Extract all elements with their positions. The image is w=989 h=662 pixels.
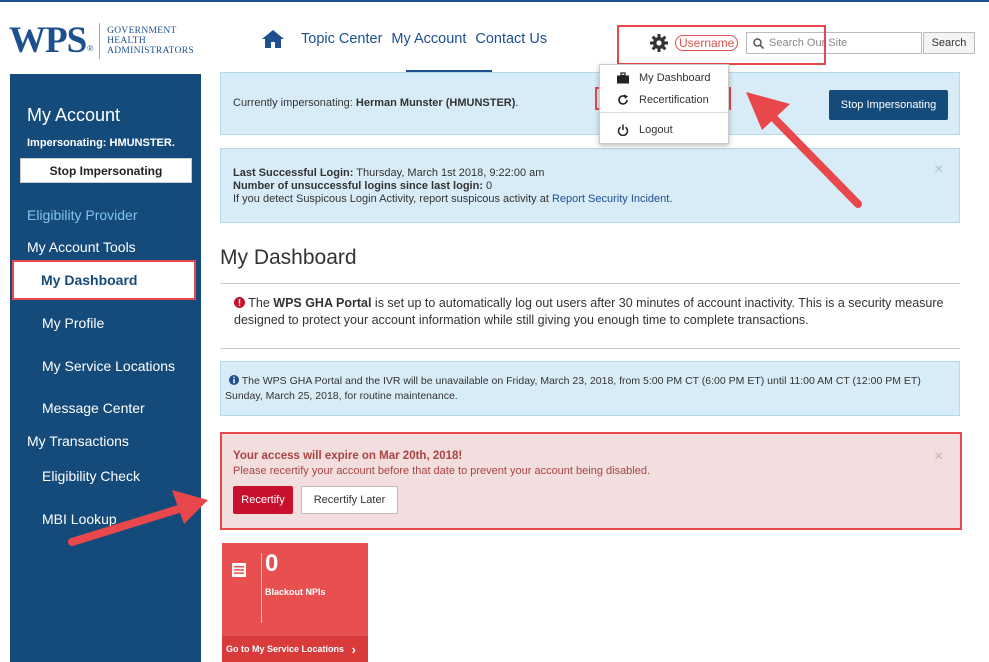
inactivity-notice: The WPS GHA Portal is set up to automati… (220, 295, 960, 329)
impersonation-text: Currently impersonating: Herman Munster … (233, 97, 518, 109)
nav-my-account[interactable]: My Account (391, 31, 466, 47)
maintenance-text: The WPS GHA Portal and the IVR will be u… (225, 375, 921, 402)
chevron-right-icon: › (351, 641, 356, 657)
recertify-button[interactable]: Recertify (233, 486, 293, 514)
sidebar-item-my-service-locations[interactable]: My Service Locations (42, 358, 175, 374)
wps-logo[interactable]: WPS ® GOVERNMENT HEALTH ADMINISTRATORS (9, 22, 194, 59)
annotation-box-username (617, 25, 826, 65)
sidebar-item-mbi-lookup[interactable]: MBI Lookup (42, 511, 117, 527)
sidebar-item-eligibility-check[interactable]: Eligibility Check (42, 468, 140, 484)
logo-subtitle: GOVERNMENT HEALTH ADMINISTRATORS (107, 26, 194, 56)
sidebar-heading-account-tools[interactable]: My Account Tools (27, 239, 136, 255)
tile-label: Blackout NPIs (265, 587, 326, 597)
page-title: My Dashboard (220, 246, 357, 269)
logo-line-2: HEALTH (107, 35, 147, 46)
top-border (0, 0, 989, 2)
logo-line-3: ADMINISTRATORS (107, 45, 194, 56)
notice-portal-name: WPS GHA Portal (273, 296, 372, 310)
nav-topic-center[interactable]: Topic Center (301, 31, 382, 47)
logo-wordmark: WPS (9, 20, 87, 61)
sidebar-item-my-profile[interactable]: My Profile (42, 315, 104, 331)
power-icon (617, 124, 629, 136)
sidebar-eligibility-provider[interactable]: Eligibility Provider (27, 207, 137, 223)
nav-contact-us[interactable]: Contact Us (475, 31, 547, 47)
search-button[interactable]: Search (923, 32, 975, 54)
sidebar-title: My Account (27, 105, 121, 125)
expiry-title: Your access will expire on Mar 20th, 201… (233, 450, 463, 462)
blackout-npis-tile[interactable]: 0 Blackout NPIs Go to My Service Locatio… (222, 543, 368, 662)
sidebar-item-message-center[interactable]: Message Center (42, 400, 145, 416)
suspicious-end: . (669, 193, 673, 205)
exclamation-circle-icon (234, 297, 245, 308)
sidebar: My Account Impersonating: HMUNSTER. Stop… (10, 74, 201, 662)
sidebar-item-my-dashboard[interactable]: My Dashboard (12, 260, 196, 300)
stop-impersonating-button[interactable]: Stop Impersonating (829, 90, 948, 120)
dropdown-divider (600, 112, 728, 113)
notice-pre: The (245, 296, 274, 310)
dropdown-item-recertification[interactable]: Recertification (600, 91, 728, 109)
logo-line-1: GOVERNMENT (107, 25, 177, 36)
close-icon[interactable]: × (934, 162, 943, 178)
briefcase-icon (617, 72, 629, 84)
sidebar-stop-impersonating-button[interactable]: Stop Impersonating (20, 158, 192, 183)
info-circle-icon (229, 375, 239, 385)
expiry-text: Please recertify your account before tha… (233, 465, 651, 477)
tile-divider (261, 553, 262, 623)
list-icon (232, 563, 246, 577)
report-incident-link[interactable]: Report Security Incident (552, 193, 669, 205)
dropdown-label: Logout (639, 124, 673, 136)
user-dropdown-menu: My Dashboard Recertification Logout (599, 64, 729, 144)
sidebar-heading-transactions[interactable]: My Transactions (27, 433, 129, 449)
impersonation-prefix: Currently impersonating: (233, 97, 356, 109)
refresh-icon (618, 94, 628, 105)
failed-logins-value: 0 (483, 180, 493, 192)
tile-footer-link[interactable]: Go to My Service Locations › (222, 636, 368, 662)
dropdown-item-logout[interactable]: Logout (600, 121, 728, 139)
tile-count: 0 (265, 550, 279, 577)
impersonated-user: Herman Munster (HMUNSTER) (355, 97, 516, 109)
impersonation-banner: Currently impersonating: Herman Munster … (220, 72, 960, 135)
tile-footer-label: Go to My Service Locations (226, 644, 345, 654)
sidebar-impersonating: Impersonating: HMUNSTER. (27, 137, 175, 149)
home-icon[interactable] (262, 30, 284, 48)
expiry-alert: Your access will expire on Mar 20th, 201… (220, 432, 962, 530)
recertify-later-button[interactable]: Recertify Later (301, 486, 398, 514)
maintenance-banner: The WPS GHA Portal and the IVR will be u… (220, 361, 960, 416)
main-nav: Topic Center My Account Contact Us (262, 30, 556, 48)
impersonation-suffix: . (515, 97, 519, 109)
logo-registered: ® (87, 44, 94, 53)
login-info-banner: Last Successful Login: Thursday, March 1… (220, 148, 960, 223)
dropdown-label: Recertification (639, 94, 709, 106)
notice-divider (220, 348, 960, 349)
login-info-text: Last Successful Login: Thursday, March 1… (233, 167, 672, 206)
last-login-value: Thursday, March 1st 2018, 9:22:00 am (353, 167, 545, 179)
title-divider (220, 283, 960, 284)
failed-logins-label: Number of unsuccessful logins since last… (233, 180, 483, 192)
dropdown-label: My Dashboard (639, 72, 711, 84)
suspicious-text: If you detect Suspicous Login Activity, … (233, 193, 552, 205)
dropdown-item-my-dashboard[interactable]: My Dashboard (600, 69, 728, 87)
close-icon[interactable]: × (934, 448, 943, 466)
logo-divider (99, 22, 101, 59)
last-login-label: Last Successful Login: (233, 167, 354, 179)
